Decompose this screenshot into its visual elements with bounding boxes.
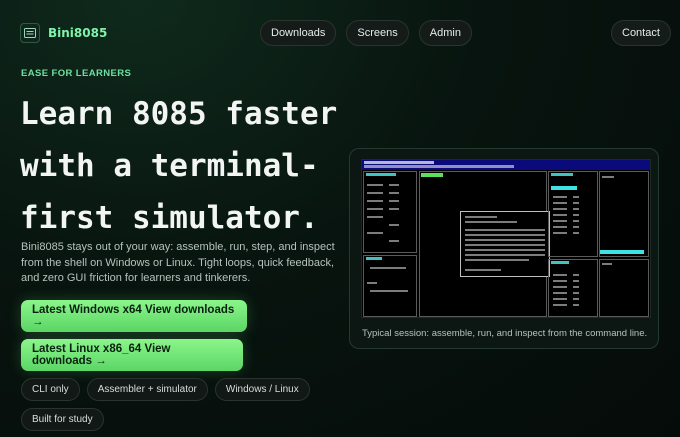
terminal-menu-text (364, 165, 514, 168)
stack-pane (599, 171, 649, 257)
nav-admin-link[interactable]: Admin (418, 20, 472, 46)
nav-downloads-link[interactable]: Downloads (260, 20, 337, 46)
top-nav: Bini8085 Downloads Screens Admin Contact (0, 0, 680, 66)
linux-download-button[interactable]: Latest Linux x86_64 View downloads → (21, 339, 243, 371)
about-dialog (460, 211, 550, 277)
tag-assembler-simulator: Assembler + simulator (86, 378, 208, 401)
screenshot-preview-card: Typical session: assemble, run, and insp… (349, 148, 659, 349)
registers-pane (363, 171, 417, 253)
windows-download-button[interactable]: Latest Windows x64 View downloads → (21, 300, 247, 332)
brand-name: Bini8085 (48, 26, 108, 40)
feature-tags: CLI only Assembler + simulator Windows /… (21, 378, 321, 431)
tag-windows-linux: Windows / Linux (214, 378, 310, 401)
log-pane (599, 259, 649, 317)
terminal-screenshot[interactable] (361, 159, 651, 318)
terminal-title-text (364, 161, 434, 164)
terminal-icon (20, 23, 40, 43)
io-ports-pane (548, 259, 598, 317)
contact-button[interactable]: Contact (611, 20, 671, 46)
brand[interactable]: Bini8085 (20, 23, 107, 43)
memory-pane (548, 171, 598, 257)
tag-built-for-study: Built for study (21, 408, 104, 431)
headline-line-3: first simulator. (20, 200, 319, 236)
headline-line-1: Learn 8085 faster (20, 96, 338, 132)
flags-pane (363, 255, 417, 317)
tag-cli-only: CLI only (21, 378, 80, 401)
nav-screens-link[interactable]: Screens (346, 20, 409, 46)
headline-line-2: with a terminal- (20, 148, 319, 184)
hero-headline: Learn 8085 faster with a terminal- first… (20, 88, 360, 244)
terminal-title-bar (362, 160, 650, 170)
hero-description: Bini8085 stays out of your way: assemble… (21, 241, 335, 284)
preview-caption: Typical session: assemble, run, and insp… (362, 328, 648, 339)
eyebrow-text: EASE FOR LEARNERS (21, 68, 132, 79)
nav-links: Downloads Screens Admin (260, 20, 472, 46)
